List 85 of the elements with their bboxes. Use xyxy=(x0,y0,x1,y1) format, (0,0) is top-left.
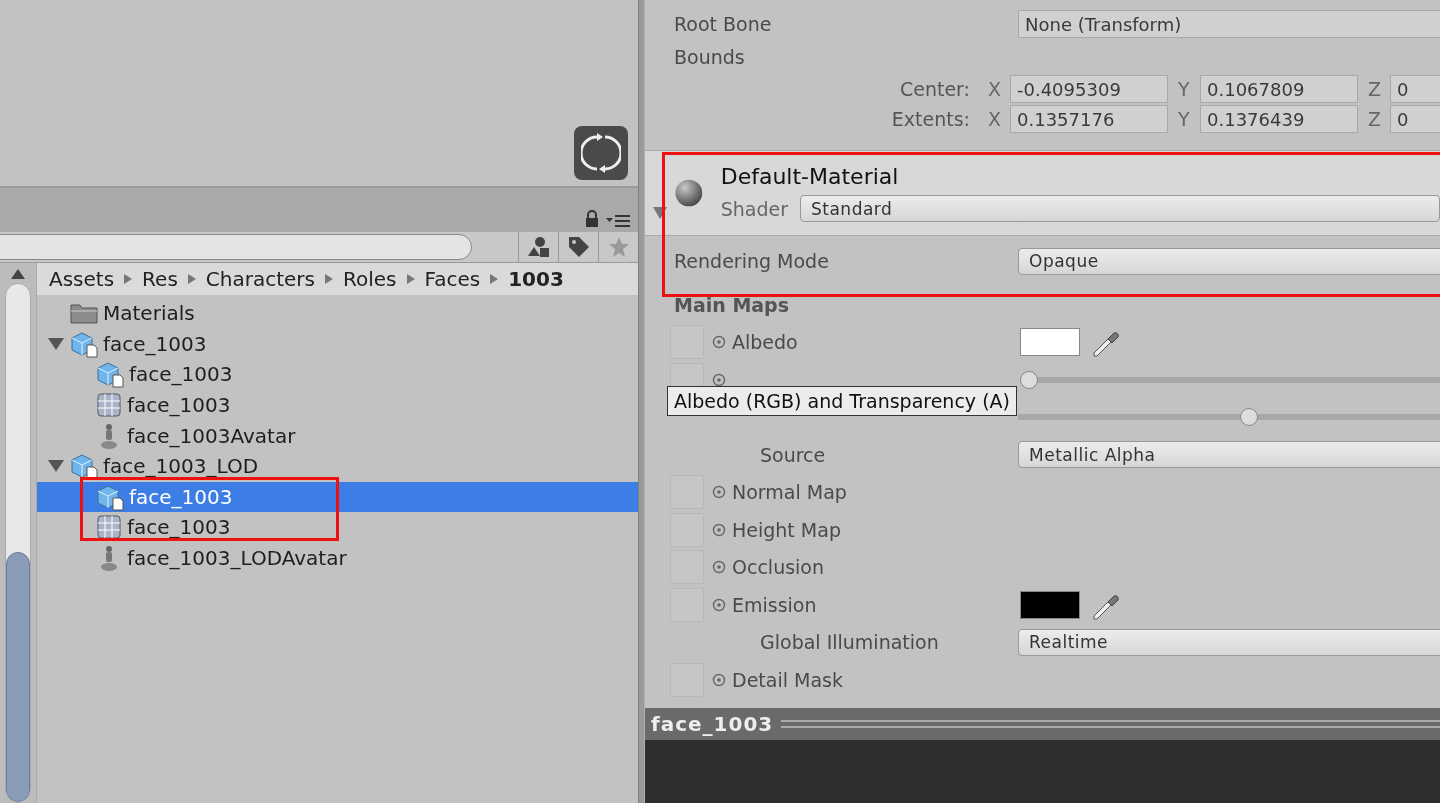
target-icon[interactable] xyxy=(712,522,726,537)
star-icon xyxy=(607,236,630,258)
breadcrumb-item[interactable]: Assets xyxy=(49,267,115,291)
breadcrumb-arrow-icon xyxy=(490,274,499,284)
breadcrumb-arrow-icon xyxy=(124,274,133,284)
shader-label: Shader xyxy=(720,197,788,220)
expanded-arrow-icon[interactable] xyxy=(653,207,667,219)
color-swatch[interactable] xyxy=(1020,328,1080,357)
panel-splitter[interactable] xyxy=(638,0,645,803)
color-swatch[interactable] xyxy=(1020,590,1080,619)
target-icon[interactable] xyxy=(712,597,726,612)
refresh-icon xyxy=(581,132,621,174)
breadcrumb-item[interactable]: Res xyxy=(142,267,178,291)
property-label: Root Bone xyxy=(674,13,773,35)
number-field[interactable]: 0.1067809 xyxy=(1200,75,1358,103)
lock-icon[interactable] xyxy=(584,210,600,228)
target-icon[interactable] xyxy=(712,485,726,500)
target-icon[interactable] xyxy=(712,372,726,387)
breadcrumb-item[interactable]: Roles xyxy=(343,267,397,291)
dropdown[interactable]: Metallic Alpha xyxy=(1018,441,1440,469)
tree-item[interactable]: face_1003 xyxy=(37,389,638,421)
dropdown[interactable]: Opaque xyxy=(1018,247,1440,275)
scrollbar-thumb[interactable] xyxy=(6,552,30,802)
property-label: Normal Map xyxy=(732,481,848,504)
scroll-up-icon[interactable] xyxy=(11,269,25,279)
breadcrumb-arrow-icon xyxy=(325,274,333,284)
cube-icon xyxy=(95,360,125,389)
breadcrumb-item[interactable]: Characters xyxy=(205,267,315,291)
vector-label: Center: xyxy=(898,78,971,100)
number-field[interactable]: 0.1376439 xyxy=(1200,105,1358,133)
target-icon[interactable] xyxy=(712,672,726,687)
property-label: Rendering Mode xyxy=(673,250,830,272)
shader-dropdown[interactable]: Standard xyxy=(800,195,1440,222)
folder-icon xyxy=(69,301,99,326)
shapes-icon xyxy=(526,236,551,258)
tree-item[interactable]: face_1003 xyxy=(37,481,638,513)
tree-item[interactable]: face_1003 xyxy=(37,512,638,543)
object-field[interactable]: None (Transform) xyxy=(1018,10,1440,38)
tree-item[interactable]: face_1003Avatar xyxy=(37,420,638,451)
axis-label: X xyxy=(988,78,1003,100)
property-label: Occlusion xyxy=(732,556,825,579)
slider-handle[interactable] xyxy=(1240,408,1259,427)
tree-item[interactable]: face_1003 xyxy=(37,328,638,360)
tree-item[interactable]: face_1003_LOD xyxy=(37,450,638,482)
dropdown[interactable]: Realtime xyxy=(1018,628,1440,656)
grid-icon xyxy=(95,392,123,419)
property-label: Detail Mask xyxy=(732,668,844,691)
menu-icon[interactable] xyxy=(606,214,630,228)
number-field[interactable]: 0 xyxy=(1390,75,1440,103)
tag-icon xyxy=(566,235,591,259)
preview-title: face_1003 xyxy=(651,712,774,736)
target-icon[interactable] xyxy=(712,560,726,575)
axis-label: Y xyxy=(1178,108,1191,130)
property-label: Albedo xyxy=(732,331,799,354)
grid-icon xyxy=(95,514,123,541)
property-label: Source xyxy=(759,443,827,466)
expanded-arrow-icon[interactable] xyxy=(47,459,65,474)
search-field[interactable] xyxy=(0,234,472,260)
scrollbar-track[interactable] xyxy=(5,283,31,803)
vector-label: Extents: xyxy=(890,108,971,130)
slider-handle[interactable] xyxy=(1020,370,1038,389)
axis-label: Z xyxy=(1368,108,1383,130)
refresh-button[interactable] xyxy=(574,126,628,180)
breadcrumb-item[interactable]: Faces xyxy=(424,267,481,291)
tree-item[interactable]: face_1003_LODAvatar xyxy=(37,542,638,574)
number-field[interactable]: -0.4095309 xyxy=(1010,75,1168,103)
property-label: Bounds xyxy=(674,46,746,68)
number-field[interactable]: 0 xyxy=(1390,105,1440,133)
axis-label: X xyxy=(988,108,1003,130)
breadcrumb-item[interactable]: 1003 xyxy=(508,267,564,291)
breadcrumb-arrow-icon xyxy=(187,274,196,284)
texture-tooltip: Albedo (RGB) and Transparency (A) xyxy=(667,386,1017,416)
tree-item[interactable]: face_1003 xyxy=(37,359,638,390)
material-name: Default-Material xyxy=(720,164,900,189)
axis-label: Y xyxy=(1178,78,1191,100)
property-label: Emission xyxy=(732,593,818,616)
property-label: Height Map xyxy=(732,518,842,541)
section-heading: Main Maps xyxy=(673,293,790,316)
number-field[interactable]: 0.1357176 xyxy=(1010,105,1168,133)
expanded-arrow-icon[interactable] xyxy=(47,336,65,351)
axis-label: Z xyxy=(1368,78,1383,100)
property-label: Global Illumination xyxy=(759,631,940,654)
breadcrumb-arrow-icon xyxy=(406,274,415,284)
target-icon[interactable] xyxy=(712,335,726,350)
tree-item[interactable]: Materials xyxy=(37,298,638,329)
